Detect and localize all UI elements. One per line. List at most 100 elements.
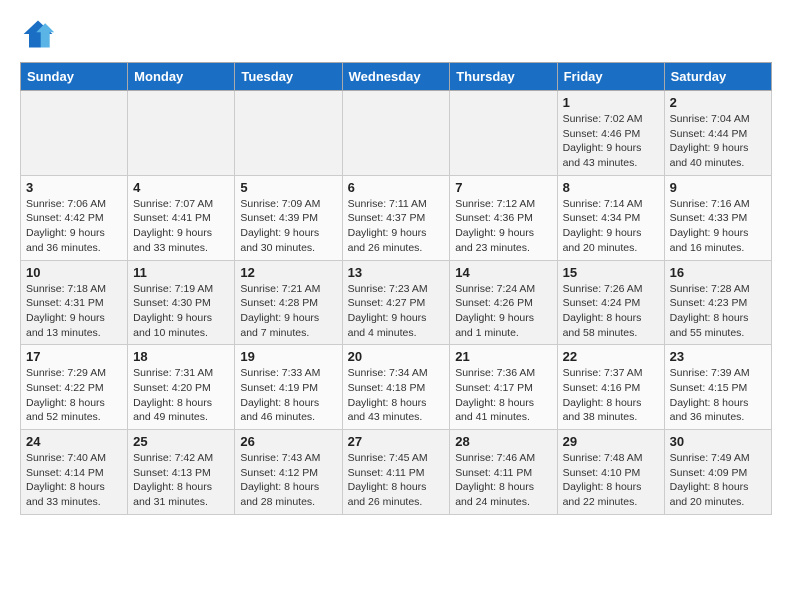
calendar-cell: 27 Sunrise: 7:45 AM Sunset: 4:11 PM Dayli… bbox=[342, 430, 450, 515]
day-info: Sunrise: 7:36 AM Sunset: 4:17 PM Dayligh… bbox=[455, 366, 551, 425]
day-info: Sunrise: 7:23 AM Sunset: 4:27 PM Dayligh… bbox=[348, 282, 445, 341]
day-number: 4 bbox=[133, 180, 229, 195]
day-number: 13 bbox=[348, 265, 445, 280]
calendar-header-tuesday: Tuesday bbox=[235, 63, 342, 91]
calendar-cell: 6 Sunrise: 7:11 AM Sunset: 4:37 PM Daylig… bbox=[342, 175, 450, 260]
day-info: Sunrise: 7:19 AM Sunset: 4:30 PM Dayligh… bbox=[133, 282, 229, 341]
day-info: Sunrise: 7:46 AM Sunset: 4:11 PM Dayligh… bbox=[455, 451, 551, 510]
calendar-week-0: 1 Sunrise: 7:02 AM Sunset: 4:46 PM Daylig… bbox=[21, 91, 772, 176]
day-info: Sunrise: 7:02 AM Sunset: 4:46 PM Dayligh… bbox=[563, 112, 659, 171]
day-number: 30 bbox=[670, 434, 766, 449]
day-info: Sunrise: 7:33 AM Sunset: 4:19 PM Dayligh… bbox=[240, 366, 336, 425]
calendar-header-sunday: Sunday bbox=[21, 63, 128, 91]
calendar-cell bbox=[128, 91, 235, 176]
day-number: 18 bbox=[133, 349, 229, 364]
day-info: Sunrise: 7:31 AM Sunset: 4:20 PM Dayligh… bbox=[133, 366, 229, 425]
day-number: 25 bbox=[133, 434, 229, 449]
day-info: Sunrise: 7:26 AM Sunset: 4:24 PM Dayligh… bbox=[563, 282, 659, 341]
day-number: 8 bbox=[563, 180, 659, 195]
day-number: 14 bbox=[455, 265, 551, 280]
day-info: Sunrise: 7:18 AM Sunset: 4:31 PM Dayligh… bbox=[26, 282, 122, 341]
day-info: Sunrise: 7:12 AM Sunset: 4:36 PM Dayligh… bbox=[455, 197, 551, 256]
calendar-header-saturday: Saturday bbox=[664, 63, 771, 91]
day-number: 10 bbox=[26, 265, 122, 280]
calendar-cell: 10 Sunrise: 7:18 AM Sunset: 4:31 PM Dayli… bbox=[21, 260, 128, 345]
day-number: 16 bbox=[670, 265, 766, 280]
calendar-cell: 4 Sunrise: 7:07 AM Sunset: 4:41 PM Daylig… bbox=[128, 175, 235, 260]
page-container: SundayMondayTuesdayWednesdayThursdayFrid… bbox=[0, 0, 792, 531]
day-info: Sunrise: 7:42 AM Sunset: 4:13 PM Dayligh… bbox=[133, 451, 229, 510]
calendar-cell: 17 Sunrise: 7:29 AM Sunset: 4:22 PM Dayli… bbox=[21, 345, 128, 430]
header bbox=[20, 16, 772, 52]
calendar-cell: 7 Sunrise: 7:12 AM Sunset: 4:36 PM Daylig… bbox=[450, 175, 557, 260]
calendar-cell: 18 Sunrise: 7:31 AM Sunset: 4:20 PM Dayli… bbox=[128, 345, 235, 430]
calendar-cell: 24Sunrise: 7:40 AM Sunset: 4:14 PM Dayli… bbox=[21, 430, 128, 515]
calendar-cell: 3 Sunrise: 7:06 AM Sunset: 4:42 PM Daylig… bbox=[21, 175, 128, 260]
calendar-cell: 13 Sunrise: 7:23 AM Sunset: 4:27 PM Dayli… bbox=[342, 260, 450, 345]
calendar-cell bbox=[235, 91, 342, 176]
calendar-cell: 2Sunrise: 7:04 AM Sunset: 4:44 PM Daylig… bbox=[664, 91, 771, 176]
calendar-cell: 25 Sunrise: 7:42 AM Sunset: 4:13 PM Dayli… bbox=[128, 430, 235, 515]
calendar-cell: 15Sunrise: 7:26 AM Sunset: 4:24 PM Dayli… bbox=[557, 260, 664, 345]
logo bbox=[20, 16, 60, 52]
calendar-cell: 9 Sunrise: 7:16 AM Sunset: 4:33 PM Daylig… bbox=[664, 175, 771, 260]
calendar-cell: 20Sunrise: 7:34 AM Sunset: 4:18 PM Dayli… bbox=[342, 345, 450, 430]
day-number: 3 bbox=[26, 180, 122, 195]
day-info: Sunrise: 7:48 AM Sunset: 4:10 PM Dayligh… bbox=[563, 451, 659, 510]
day-info: Sunrise: 7:07 AM Sunset: 4:41 PM Dayligh… bbox=[133, 197, 229, 256]
day-info: Sunrise: 7:16 AM Sunset: 4:33 PM Dayligh… bbox=[670, 197, 766, 256]
calendar-week-2: 10 Sunrise: 7:18 AM Sunset: 4:31 PM Dayli… bbox=[21, 260, 772, 345]
day-number: 7 bbox=[455, 180, 551, 195]
day-info: Sunrise: 7:45 AM Sunset: 4:11 PM Dayligh… bbox=[348, 451, 445, 510]
day-number: 26 bbox=[240, 434, 336, 449]
calendar-cell bbox=[450, 91, 557, 176]
day-info: Sunrise: 7:29 AM Sunset: 4:22 PM Dayligh… bbox=[26, 366, 122, 425]
calendar-cell: 21 Sunrise: 7:36 AM Sunset: 4:17 PM Dayli… bbox=[450, 345, 557, 430]
calendar-cell bbox=[342, 91, 450, 176]
day-number: 29 bbox=[563, 434, 659, 449]
calendar-cell: 23 Sunrise: 7:39 AM Sunset: 4:15 PM Dayli… bbox=[664, 345, 771, 430]
day-number: 23 bbox=[670, 349, 766, 364]
day-number: 1 bbox=[563, 95, 659, 110]
day-number: 28 bbox=[455, 434, 551, 449]
day-number: 6 bbox=[348, 180, 445, 195]
day-number: 27 bbox=[348, 434, 445, 449]
calendar-cell: 19 Sunrise: 7:33 AM Sunset: 4:19 PM Dayli… bbox=[235, 345, 342, 430]
day-number: 21 bbox=[455, 349, 551, 364]
day-info: Sunrise: 7:43 AM Sunset: 4:12 PM Dayligh… bbox=[240, 451, 336, 510]
day-info: Sunrise: 7:11 AM Sunset: 4:37 PM Dayligh… bbox=[348, 197, 445, 256]
day-number: 12 bbox=[240, 265, 336, 280]
calendar-cell: 22Sunrise: 7:37 AM Sunset: 4:16 PM Dayli… bbox=[557, 345, 664, 430]
day-number: 5 bbox=[240, 180, 336, 195]
calendar-cell: 14 Sunrise: 7:24 AM Sunset: 4:26 PM Dayli… bbox=[450, 260, 557, 345]
day-number: 22 bbox=[563, 349, 659, 364]
calendar-cell: 16Sunrise: 7:28 AM Sunset: 4:23 PM Dayli… bbox=[664, 260, 771, 345]
calendar-cell: 26 Sunrise: 7:43 AM Sunset: 4:12 PM Dayli… bbox=[235, 430, 342, 515]
day-info: Sunrise: 7:14 AM Sunset: 4:34 PM Dayligh… bbox=[563, 197, 659, 256]
day-number: 17 bbox=[26, 349, 122, 364]
day-info: Sunrise: 7:06 AM Sunset: 4:42 PM Dayligh… bbox=[26, 197, 122, 256]
day-number: 9 bbox=[670, 180, 766, 195]
calendar-header-row: SundayMondayTuesdayWednesdayThursdayFrid… bbox=[21, 63, 772, 91]
calendar-week-1: 3 Sunrise: 7:06 AM Sunset: 4:42 PM Daylig… bbox=[21, 175, 772, 260]
calendar-cell: 12 Sunrise: 7:21 AM Sunset: 4:28 PM Dayli… bbox=[235, 260, 342, 345]
day-number: 19 bbox=[240, 349, 336, 364]
calendar-cell: 1 Sunrise: 7:02 AM Sunset: 4:46 PM Daylig… bbox=[557, 91, 664, 176]
calendar-cell bbox=[21, 91, 128, 176]
day-info: Sunrise: 7:24 AM Sunset: 4:26 PM Dayligh… bbox=[455, 282, 551, 341]
calendar-cell: 30Sunrise: 7:49 AM Sunset: 4:09 PM Dayli… bbox=[664, 430, 771, 515]
calendar-cell: 28 Sunrise: 7:46 AM Sunset: 4:11 PM Dayli… bbox=[450, 430, 557, 515]
day-info: Sunrise: 7:39 AM Sunset: 4:15 PM Dayligh… bbox=[670, 366, 766, 425]
calendar-week-3: 17 Sunrise: 7:29 AM Sunset: 4:22 PM Dayli… bbox=[21, 345, 772, 430]
calendar-week-4: 24Sunrise: 7:40 AM Sunset: 4:14 PM Dayli… bbox=[21, 430, 772, 515]
calendar-header-wednesday: Wednesday bbox=[342, 63, 450, 91]
calendar-cell: 29 Sunrise: 7:48 AM Sunset: 4:10 PM Dayli… bbox=[557, 430, 664, 515]
logo-icon bbox=[20, 16, 56, 52]
day-number: 20 bbox=[348, 349, 445, 364]
day-info: Sunrise: 7:21 AM Sunset: 4:28 PM Dayligh… bbox=[240, 282, 336, 341]
calendar-header-thursday: Thursday bbox=[450, 63, 557, 91]
calendar-header-friday: Friday bbox=[557, 63, 664, 91]
day-info: Sunrise: 7:09 AM Sunset: 4:39 PM Dayligh… bbox=[240, 197, 336, 256]
calendar-header-monday: Monday bbox=[128, 63, 235, 91]
day-info: Sunrise: 7:04 AM Sunset: 4:44 PM Dayligh… bbox=[670, 112, 766, 171]
